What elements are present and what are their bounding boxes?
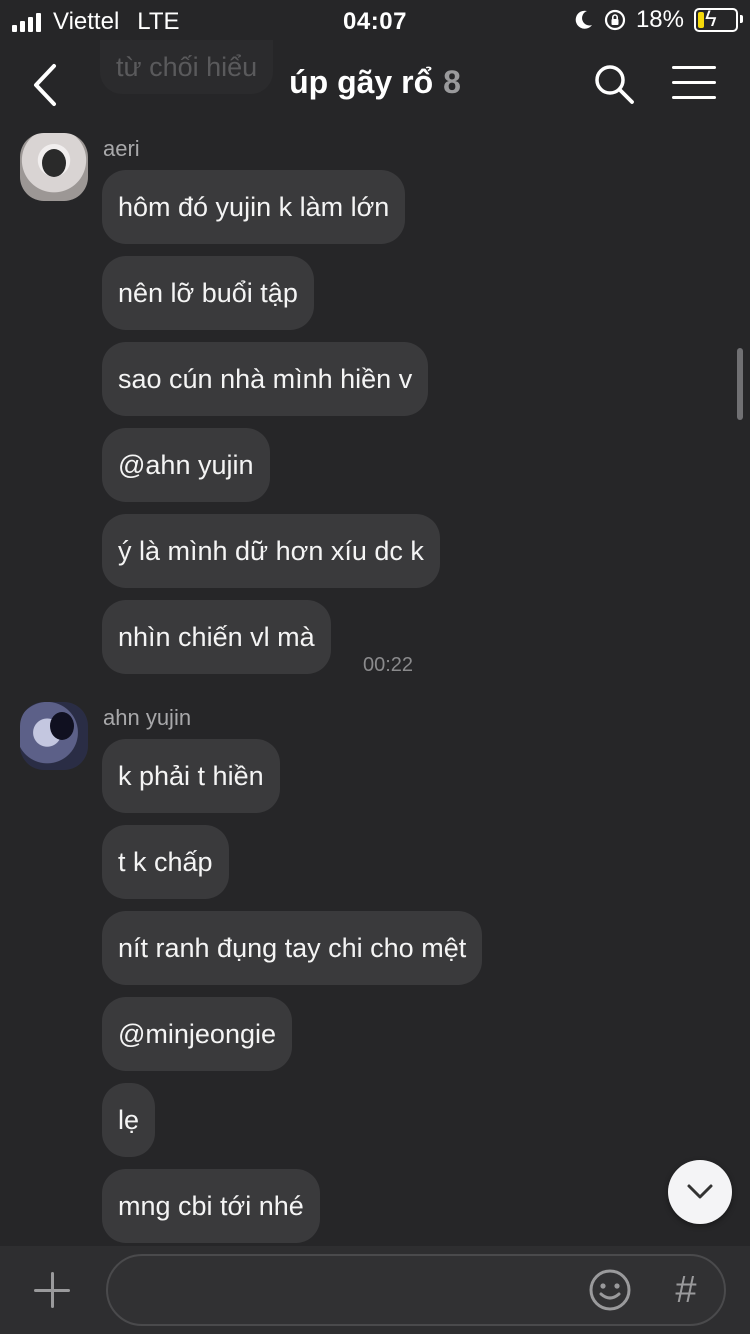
hashtag-button[interactable]: # bbox=[668, 1266, 704, 1314]
menu-button[interactable] bbox=[672, 66, 716, 102]
message-composer: # bbox=[0, 1246, 750, 1334]
orientation-lock-icon bbox=[604, 9, 626, 31]
message-bubble[interactable]: ý là mình dữ hơn xíu dc k bbox=[102, 514, 440, 588]
emoji-button[interactable] bbox=[588, 1268, 632, 1312]
status-right: 18% ϟ bbox=[574, 6, 743, 34]
sender-name: aeri bbox=[103, 136, 140, 161]
battery-charging-icon: ϟ bbox=[694, 6, 743, 32]
message-timestamp: 00:22 bbox=[363, 654, 414, 676]
emoji-icon bbox=[589, 1269, 631, 1311]
group-name: úp gãy rổ bbox=[289, 64, 434, 100]
chat-title: úp gãy rổ 8 bbox=[0, 64, 750, 101]
menu-icon bbox=[672, 66, 716, 99]
battery-percent: 18% bbox=[635, 6, 684, 33]
message-bubble[interactable]: sao cún nhà mình hiền v bbox=[102, 342, 429, 416]
avatar[interactable] bbox=[20, 702, 88, 770]
message-input[interactable] bbox=[106, 1254, 726, 1326]
message-bubble[interactable]: nhìn chiến vl mà bbox=[102, 600, 331, 674]
message-bubble[interactable]: nít ranh đụng tay chi cho mệt bbox=[102, 911, 483, 985]
message-bubble[interactable]: @ahn yujin bbox=[102, 428, 270, 502]
message-bubble[interactable]: nên lỡ buổi tập bbox=[102, 256, 314, 330]
member-count: 8 bbox=[443, 64, 461, 100]
chat-header: từ chối hiểu úp gãy rổ 8 bbox=[0, 40, 750, 128]
scroll-to-bottom-button[interactable] bbox=[668, 1160, 732, 1224]
status-bar: Viettel LTE 04:07 18% ϟ bbox=[0, 0, 750, 42]
message-bubble[interactable]: t k chấp bbox=[102, 825, 229, 899]
sender-name: ahn yujin bbox=[103, 705, 192, 730]
message-bubble[interactable]: mng cbi tới nhé bbox=[102, 1169, 320, 1243]
add-icon[interactable] bbox=[32, 1270, 72, 1310]
chevron-down-icon bbox=[687, 1184, 713, 1199]
scrollbar[interactable] bbox=[737, 348, 743, 420]
message-bubble[interactable]: @minjeongie bbox=[102, 997, 292, 1071]
moon-icon bbox=[575, 10, 592, 29]
message-bubble[interactable]: hôm đó yujin k làm lớn bbox=[102, 170, 406, 244]
message-bubble[interactable]: k phải t hiền bbox=[102, 739, 280, 813]
search-icon bbox=[595, 65, 634, 104]
message-bubble[interactable]: lẹ bbox=[102, 1083, 156, 1157]
avatar[interactable] bbox=[20, 133, 88, 201]
search-button[interactable] bbox=[592, 62, 636, 106]
